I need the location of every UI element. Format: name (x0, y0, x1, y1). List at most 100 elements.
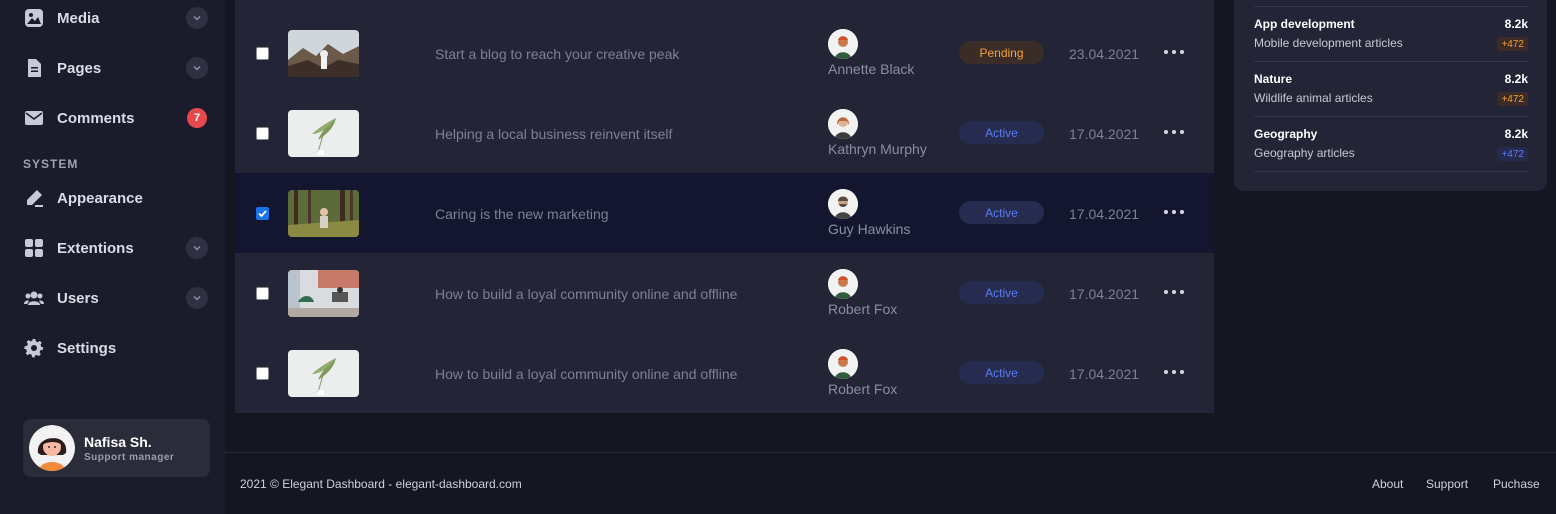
status-badge: Active (959, 201, 1044, 224)
status-badge: Active (959, 121, 1044, 144)
sidebar-item-label: Appearance (57, 189, 143, 207)
category-subtitle: Geography articles (1254, 146, 1355, 160)
category-title: Geography (1254, 127, 1318, 141)
author-avatar (828, 29, 858, 59)
post-title[interactable]: Start a blog to reach your creative peak (435, 46, 679, 62)
table-row[interactable]: Start a blog to reach your creative peak… (235, 13, 1214, 93)
more-options-icon[interactable] (1164, 209, 1184, 215)
post-thumbnail (288, 190, 359, 237)
image-icon (23, 7, 45, 29)
sidebar: Media Pages Comments 7 SYSTEM Appearance… (0, 0, 225, 514)
sidebar-item-media[interactable]: Media (23, 0, 208, 36)
more-options-icon[interactable] (1164, 369, 1184, 375)
footer: 2021 © Elegant Dashboard - elegant-dashb… (225, 452, 1556, 514)
table-row[interactable]: Caring is the new marketing Guy Hawkins … (235, 173, 1214, 253)
sidebar-item-label: Pages (57, 59, 102, 77)
copyright-text: 2021 © Elegant Dashboard - elegant-dashb… (240, 477, 522, 491)
status-badge: Pending (959, 41, 1044, 64)
sidebar-item-label: Extentions (57, 239, 134, 257)
more-options-icon[interactable] (1164, 49, 1184, 55)
author-name: Robert Fox (828, 381, 898, 397)
chevron-down-icon[interactable] (186, 7, 208, 29)
footer-link-support[interactable]: Support (1426, 477, 1468, 491)
status-badge: Active (959, 281, 1044, 304)
post-thumbnail (288, 110, 359, 157)
status-badge: Active (959, 361, 1044, 384)
category-item[interactable]: Geography Geography articles 8.2k +472 (1254, 116, 1528, 171)
user-name: Nafisa Sh. (84, 433, 152, 450)
divider (1254, 171, 1528, 172)
chevron-down-icon[interactable] (186, 287, 208, 309)
post-date: 17.04.2021 (1069, 366, 1140, 382)
comments-count-badge: 7 (187, 108, 207, 128)
post-title[interactable]: How to build a loyal community online an… (435, 286, 737, 302)
author-name: Kathryn Murphy (828, 141, 927, 157)
sidebar-item-comments[interactable]: Comments 7 (23, 100, 208, 136)
category-subtitle: Mobile development articles (1254, 36, 1403, 50)
post-date: 17.04.2021 (1069, 126, 1140, 142)
sidebar-item-settings[interactable]: Settings (23, 330, 208, 366)
user-role: Support manager (84, 451, 175, 463)
post-title[interactable]: Caring is the new marketing (435, 206, 609, 222)
category-title: Nature (1254, 72, 1293, 86)
author-name: Annette Black (828, 61, 915, 77)
category-value: 8.2k (1504, 127, 1528, 141)
table-row[interactable]: How to build a loyal community online an… (235, 253, 1214, 333)
footer-link-about[interactable]: About (1372, 477, 1403, 491)
table-row[interactable]: Helping a local business reinvent itself… (235, 93, 1214, 173)
users-icon (23, 287, 45, 309)
category-stats-widget: App development Mobile development artic… (1234, 0, 1547, 191)
category-item[interactable]: App development Mobile development artic… (1254, 6, 1528, 61)
sidebar-item-extentions[interactable]: Extentions (23, 230, 208, 266)
post-title[interactable]: How to build a loyal community online an… (435, 366, 737, 382)
category-subtitle: Wildlife animal articles (1254, 91, 1373, 105)
sidebar-item-label: Comments (57, 109, 135, 127)
category-delta-badge: +472 (1497, 147, 1528, 161)
sidebar-item-label: Users (57, 289, 99, 307)
sidebar-item-label: Media (57, 9, 100, 27)
posts-table: Start a blog to reach your creative peak… (235, 0, 1214, 413)
post-thumbnail (288, 350, 359, 397)
author-avatar (828, 349, 858, 379)
chevron-down-icon[interactable] (186, 57, 208, 79)
footer-link-purchase[interactable]: Puchase (1493, 477, 1540, 491)
row-checkbox[interactable] (256, 127, 269, 140)
post-date: 23.04.2021 (1069, 46, 1140, 62)
more-options-icon[interactable] (1164, 129, 1184, 135)
row-checkbox[interactable] (256, 47, 269, 60)
mail-icon (23, 107, 45, 129)
gear-icon (23, 337, 45, 359)
category-delta-badge: +472 (1497, 37, 1528, 51)
more-options-icon[interactable] (1164, 289, 1184, 295)
row-checkbox[interactable] (256, 207, 269, 220)
document-icon (23, 57, 45, 79)
pen-icon (23, 187, 45, 209)
post-title[interactable]: Helping a local business reinvent itself (435, 126, 672, 142)
table-row[interactable]: How to build a loyal community online an… (235, 333, 1214, 413)
author-avatar (828, 109, 858, 139)
author-name: Guy Hawkins (828, 221, 911, 237)
post-date: 17.04.2021 (1069, 206, 1140, 222)
user-profile-card[interactable]: Nafisa Sh. Support manager (23, 419, 210, 477)
post-date: 17.04.2021 (1069, 286, 1140, 302)
sidebar-item-pages[interactable]: Pages (23, 50, 208, 86)
category-title: App development (1254, 17, 1355, 31)
checkmark-icon (258, 210, 267, 218)
category-item[interactable]: Nature Wildlife animal articles 8.2k +47… (1254, 61, 1528, 116)
row-checkbox[interactable] (256, 287, 269, 300)
post-thumbnail (288, 30, 359, 77)
category-value: 8.2k (1504, 17, 1528, 31)
sidebar-item-users[interactable]: Users (23, 280, 208, 316)
chevron-down-icon[interactable] (186, 237, 208, 259)
sidebar-item-appearance[interactable]: Appearance (23, 180, 208, 216)
section-label-system: SYSTEM (23, 157, 79, 171)
post-thumbnail (288, 270, 359, 317)
sidebar-item-label: Settings (57, 339, 117, 357)
author-avatar (828, 189, 858, 219)
grid-icon (23, 237, 45, 259)
author-avatar (828, 269, 858, 299)
category-delta-badge: +472 (1497, 92, 1528, 106)
avatar (29, 425, 75, 471)
category-value: 8.2k (1504, 72, 1528, 86)
row-checkbox[interactable] (256, 367, 269, 380)
